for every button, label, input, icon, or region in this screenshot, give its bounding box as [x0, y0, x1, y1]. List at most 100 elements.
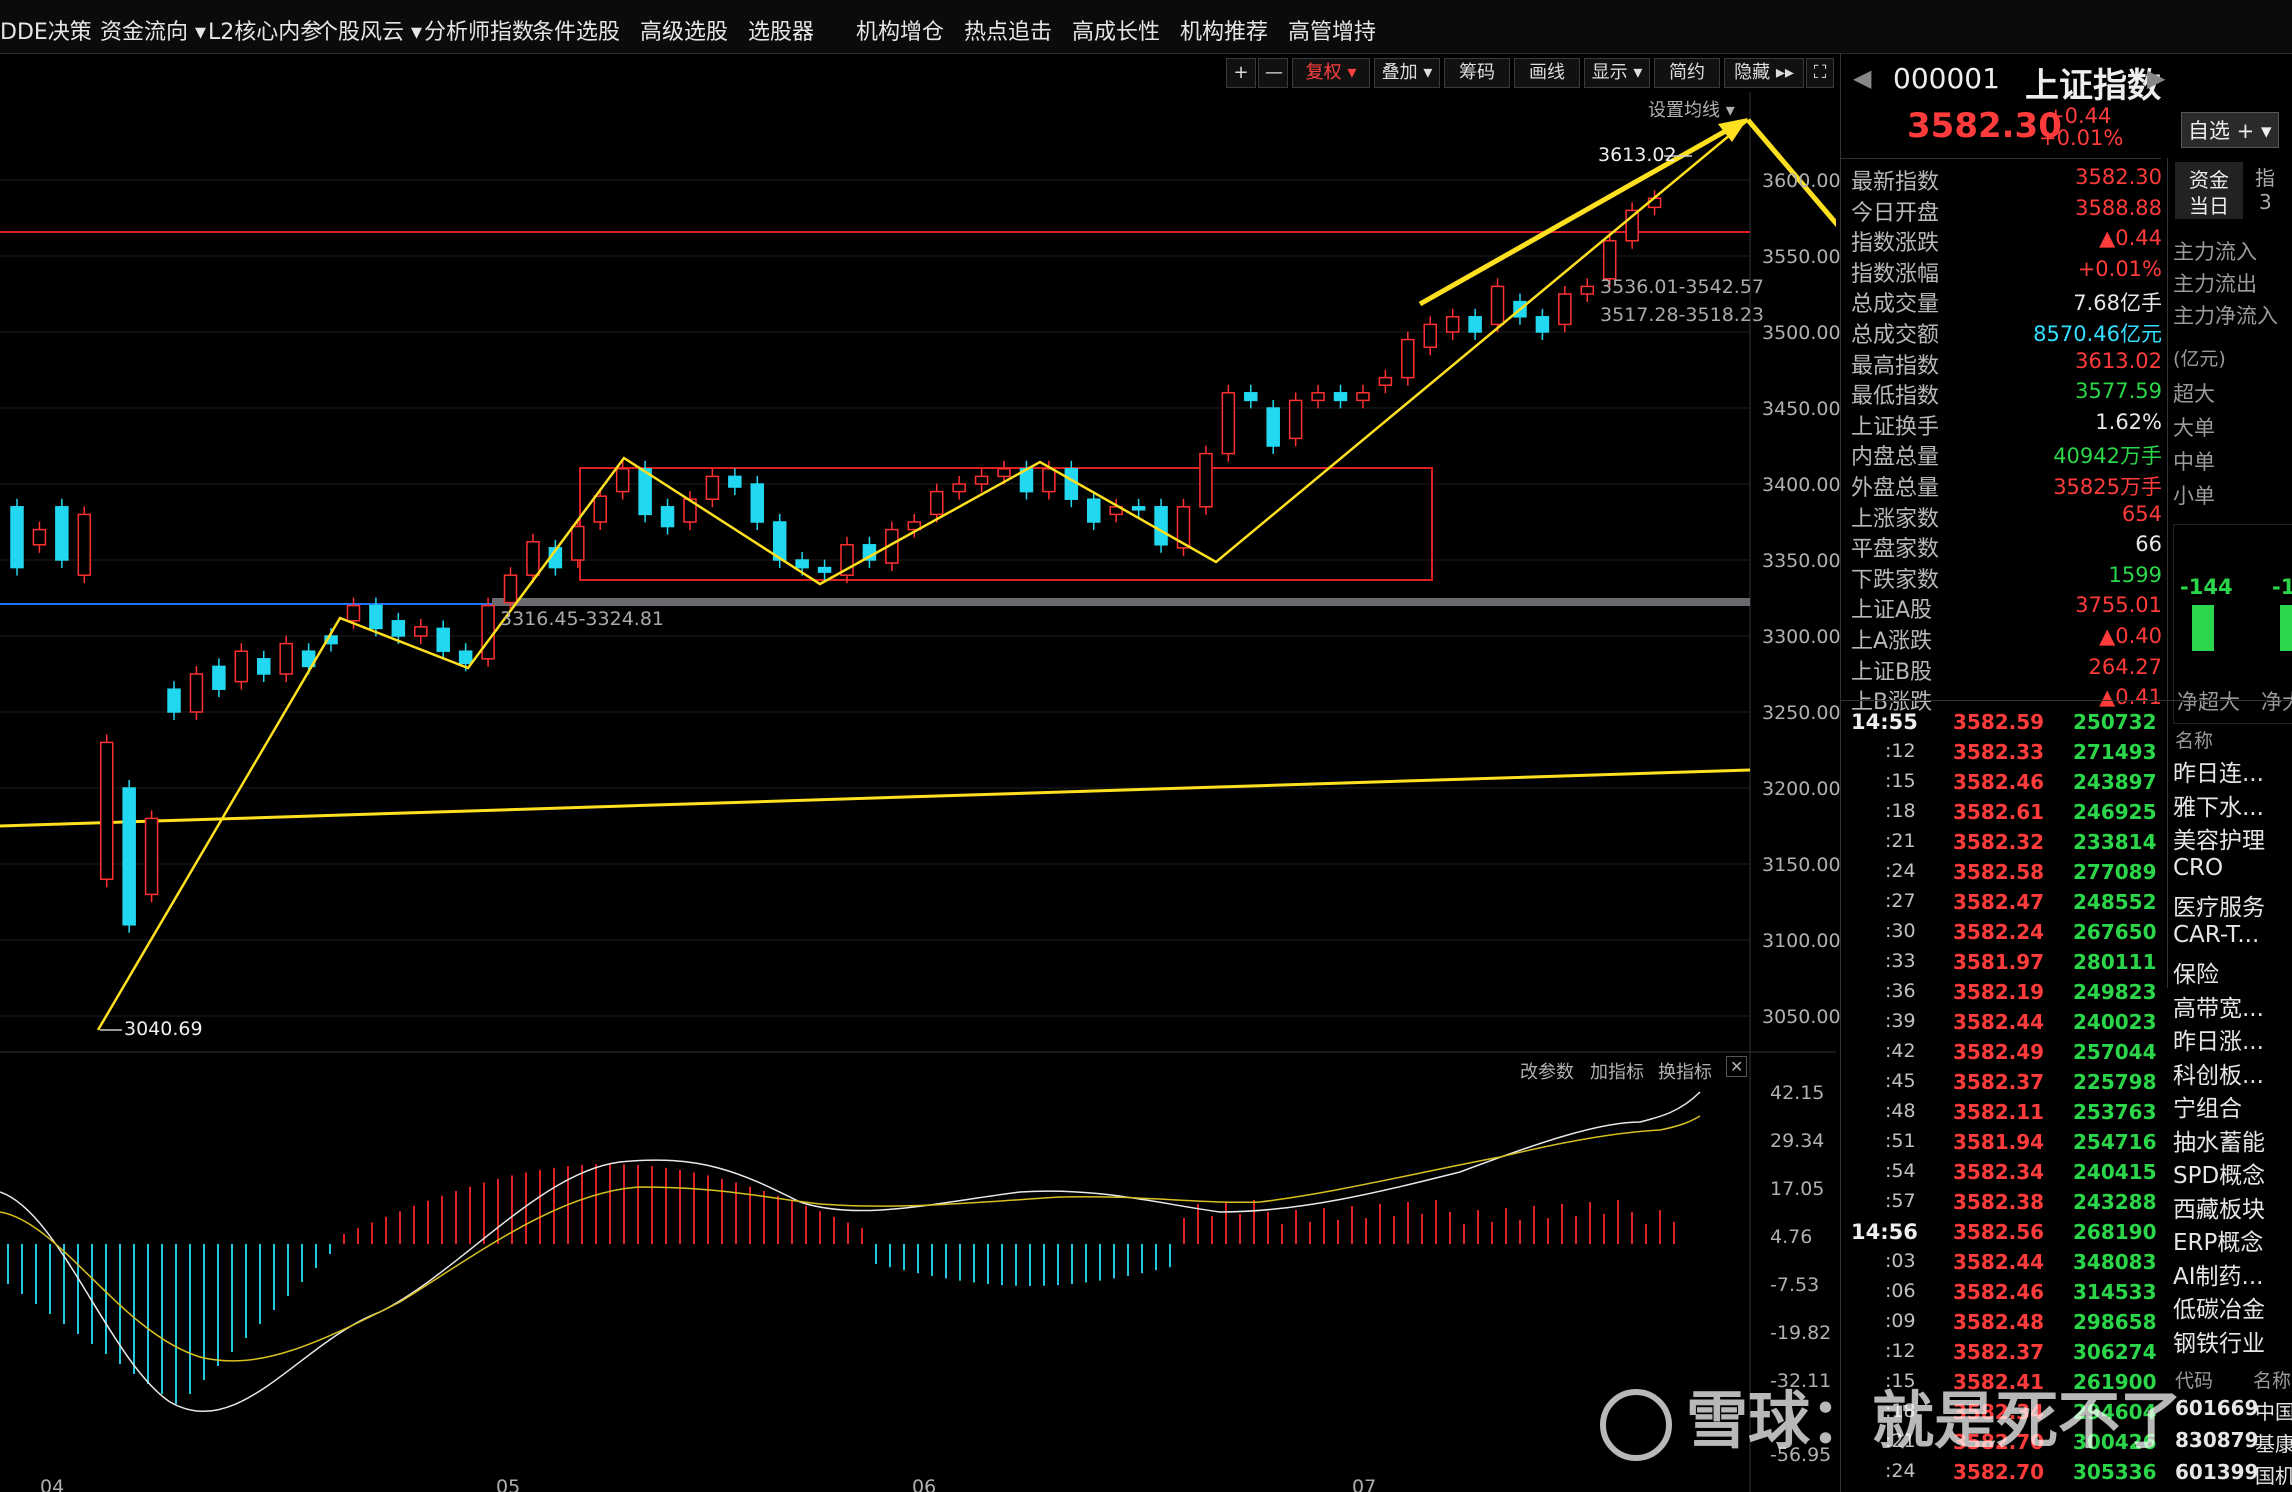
candle-body — [55, 506, 69, 561]
kline-chart-area[interactable]: 设置均线 ▾ 3600.00 3550.00 3500.00 3450.00 3… — [0, 92, 1841, 1492]
sector-item[interactable]: AI制药... — [2173, 1257, 2263, 1291]
overlay-button[interactable]: 叠加 ▾ — [1374, 58, 1440, 88]
stock-code-cell[interactable]: 830879 — [2175, 1428, 2259, 1452]
macd-axis-label: -19.82 — [1770, 1322, 1832, 1344]
tick-price: 3582.47 — [1953, 890, 2045, 914]
sector-item[interactable]: 钢铁行业 — [2173, 1324, 2265, 1358]
fullscreen-icon[interactable]: ⛶ — [1806, 58, 1834, 88]
sector-item[interactable]: 低碳冶金 — [2173, 1290, 2265, 1324]
quote-row-value: 654 — [2121, 501, 2162, 526]
candle-body — [705, 475, 720, 500]
sector-item[interactable]: SPD概念 — [2173, 1156, 2265, 1190]
tick-time: :39 — [1885, 1010, 1916, 1032]
price-axis-label: 3050.00 — [1762, 1006, 1841, 1028]
menu-item-exec-increase[interactable]: 高管增持 — [1288, 14, 1376, 46]
fuquan-button[interactable]: 复权 ▾ — [1292, 58, 1370, 88]
menu-item-high-growth[interactable]: 高成长性 — [1072, 14, 1160, 46]
candle-body — [929, 490, 944, 516]
candle-body — [391, 620, 406, 637]
stock-name-cell[interactable]: 中国 — [2255, 1396, 2292, 1425]
range-label-2: 3517.28-3518.23 — [1600, 304, 1764, 326]
high-price-label: 3613.02 — [1598, 144, 1677, 166]
tick-volume: 225798 — [2073, 1070, 2157, 1094]
menu-item-analyst-index[interactable]: 分析师指数 — [424, 14, 534, 46]
candle-body — [1333, 392, 1348, 402]
sector-item[interactable]: 保险 — [2173, 955, 2219, 989]
stock-code-cell[interactable]: 601669 — [2175, 1396, 2259, 1420]
prev-stock-icon[interactable]: ◀ — [1853, 64, 1871, 92]
sector-item[interactable]: 宁组合 — [2173, 1089, 2242, 1123]
tab-index[interactable]: 指 — [2255, 162, 2275, 191]
close-icon[interactable]: ✕ — [1726, 1056, 1748, 1077]
candle-body — [77, 513, 92, 576]
candle-body — [952, 483, 966, 493]
zoom-out-button[interactable]: — — [1258, 58, 1288, 88]
draw-line-button[interactable]: 画线 — [1514, 58, 1580, 88]
next-stock-icon[interactable]: ▶ — [2147, 64, 2165, 92]
sector-item[interactable]: ERP概念 — [2173, 1223, 2263, 1257]
menu-item-dde[interactable]: DDE决策 — [0, 14, 92, 46]
set-ma-button[interactable]: 设置均线 ▾ — [1648, 96, 1735, 122]
candle-body — [1401, 338, 1415, 379]
display-button[interactable]: 显示 ▾ — [1584, 58, 1650, 88]
candle-body — [189, 673, 204, 713]
chips-button[interactable]: 筹码 — [1444, 58, 1510, 88]
change-params-button[interactable]: 改参数 — [1520, 1058, 1574, 1084]
menu-item-condition-select[interactable]: 条件选股 — [532, 14, 620, 46]
tick-volume: 249823 — [2073, 980, 2157, 1004]
simple-button[interactable]: 简约 — [1654, 58, 1720, 88]
switch-indicator-button[interactable]: 换指标 — [1658, 1058, 1712, 1084]
large-label: 大单 — [2173, 416, 2215, 440]
quote-row-value: ▲0.41 — [2099, 685, 2162, 710]
menu-item-advanced-select[interactable]: 高级选股 — [640, 14, 728, 46]
zoom-in-button[interactable]: + — [1226, 58, 1256, 88]
candle-body — [1311, 392, 1325, 402]
sector-item[interactable]: 医疗服务 — [2173, 888, 2265, 922]
menu-item-inst-increase[interactable]: 机构增仓 — [856, 14, 944, 46]
tick-volume: 254716 — [2073, 1130, 2157, 1154]
candle-body — [1445, 316, 1460, 333]
candle-body — [1558, 293, 1572, 326]
sector-item[interactable]: 昨日连... — [2173, 754, 2264, 788]
stock-code-cell[interactable]: 601399 — [2175, 1460, 2259, 1484]
sector-item[interactable]: CAR-T... — [2173, 922, 2259, 948]
sector-item[interactable]: 抽水蓄能 — [2173, 1123, 2265, 1157]
sector-item[interactable]: 美容护理 — [2173, 821, 2265, 855]
tick-time: :12 — [1885, 740, 1916, 762]
sector-item[interactable]: 雅下水... — [2173, 788, 2264, 822]
tick-volume: 233814 — [2073, 830, 2157, 854]
add-indicator-button[interactable]: 加指标 — [1590, 1058, 1644, 1084]
tick-time: :51 — [1885, 1130, 1916, 1152]
menu-item-inst-recommend[interactable]: 机构推荐 — [1180, 14, 1268, 46]
sector-item[interactable]: 昨日涨... — [2173, 1022, 2264, 1056]
quote-row-label: 最高指数 — [1851, 353, 1940, 379]
candle-body — [1535, 316, 1550, 333]
tick-time: :24 — [1885, 1460, 1916, 1482]
quote-row-label: 平盘家数 — [1851, 537, 1940, 563]
tab-3day[interactable]: 3 — [2259, 190, 2272, 214]
stock-name-cell[interactable]: 国机 — [2255, 1460, 2292, 1489]
sector-item[interactable]: 高带宽... — [2173, 989, 2264, 1023]
tab-today[interactable]: 当日 — [2175, 190, 2243, 219]
watermark: 雪球：就是死不了 — [1600, 1370, 2182, 1461]
stock-name-cell[interactable]: 基康 — [2255, 1428, 2292, 1457]
quote-row-value: +0.01% — [2077, 256, 2162, 281]
price-axis-label: 3150.00 — [1762, 854, 1841, 876]
candle-body — [369, 604, 383, 630]
menu-item-selector[interactable]: 选股器 — [748, 14, 814, 46]
add-watchlist-button[interactable]: 自选 + ▾ — [2181, 112, 2279, 148]
hide-button[interactable]: 隐藏 ▸▸ — [1724, 58, 1804, 88]
menu-item-fund-flow[interactable]: 资金流向 ▾ — [100, 14, 206, 46]
sector-item[interactable]: CRO — [2173, 855, 2223, 881]
candle-body — [1199, 452, 1213, 508]
menu-item-stock-news[interactable]: 个股风云 ▾ — [316, 14, 422, 46]
candle-body — [750, 483, 765, 523]
sector-item[interactable]: 西藏板块 — [2173, 1190, 2265, 1224]
candle-body — [167, 688, 181, 713]
menu-item-l2[interactable]: L2核心内参 — [208, 14, 322, 46]
sector-item[interactable]: 科创板... — [2173, 1056, 2264, 1090]
menu-item-hotspot[interactable]: 热点追击 — [964, 14, 1052, 46]
main-inflow-label: 主力流入 — [2173, 240, 2257, 264]
net-large-value: -1 — [2272, 575, 2292, 599]
candle-body — [660, 506, 675, 528]
